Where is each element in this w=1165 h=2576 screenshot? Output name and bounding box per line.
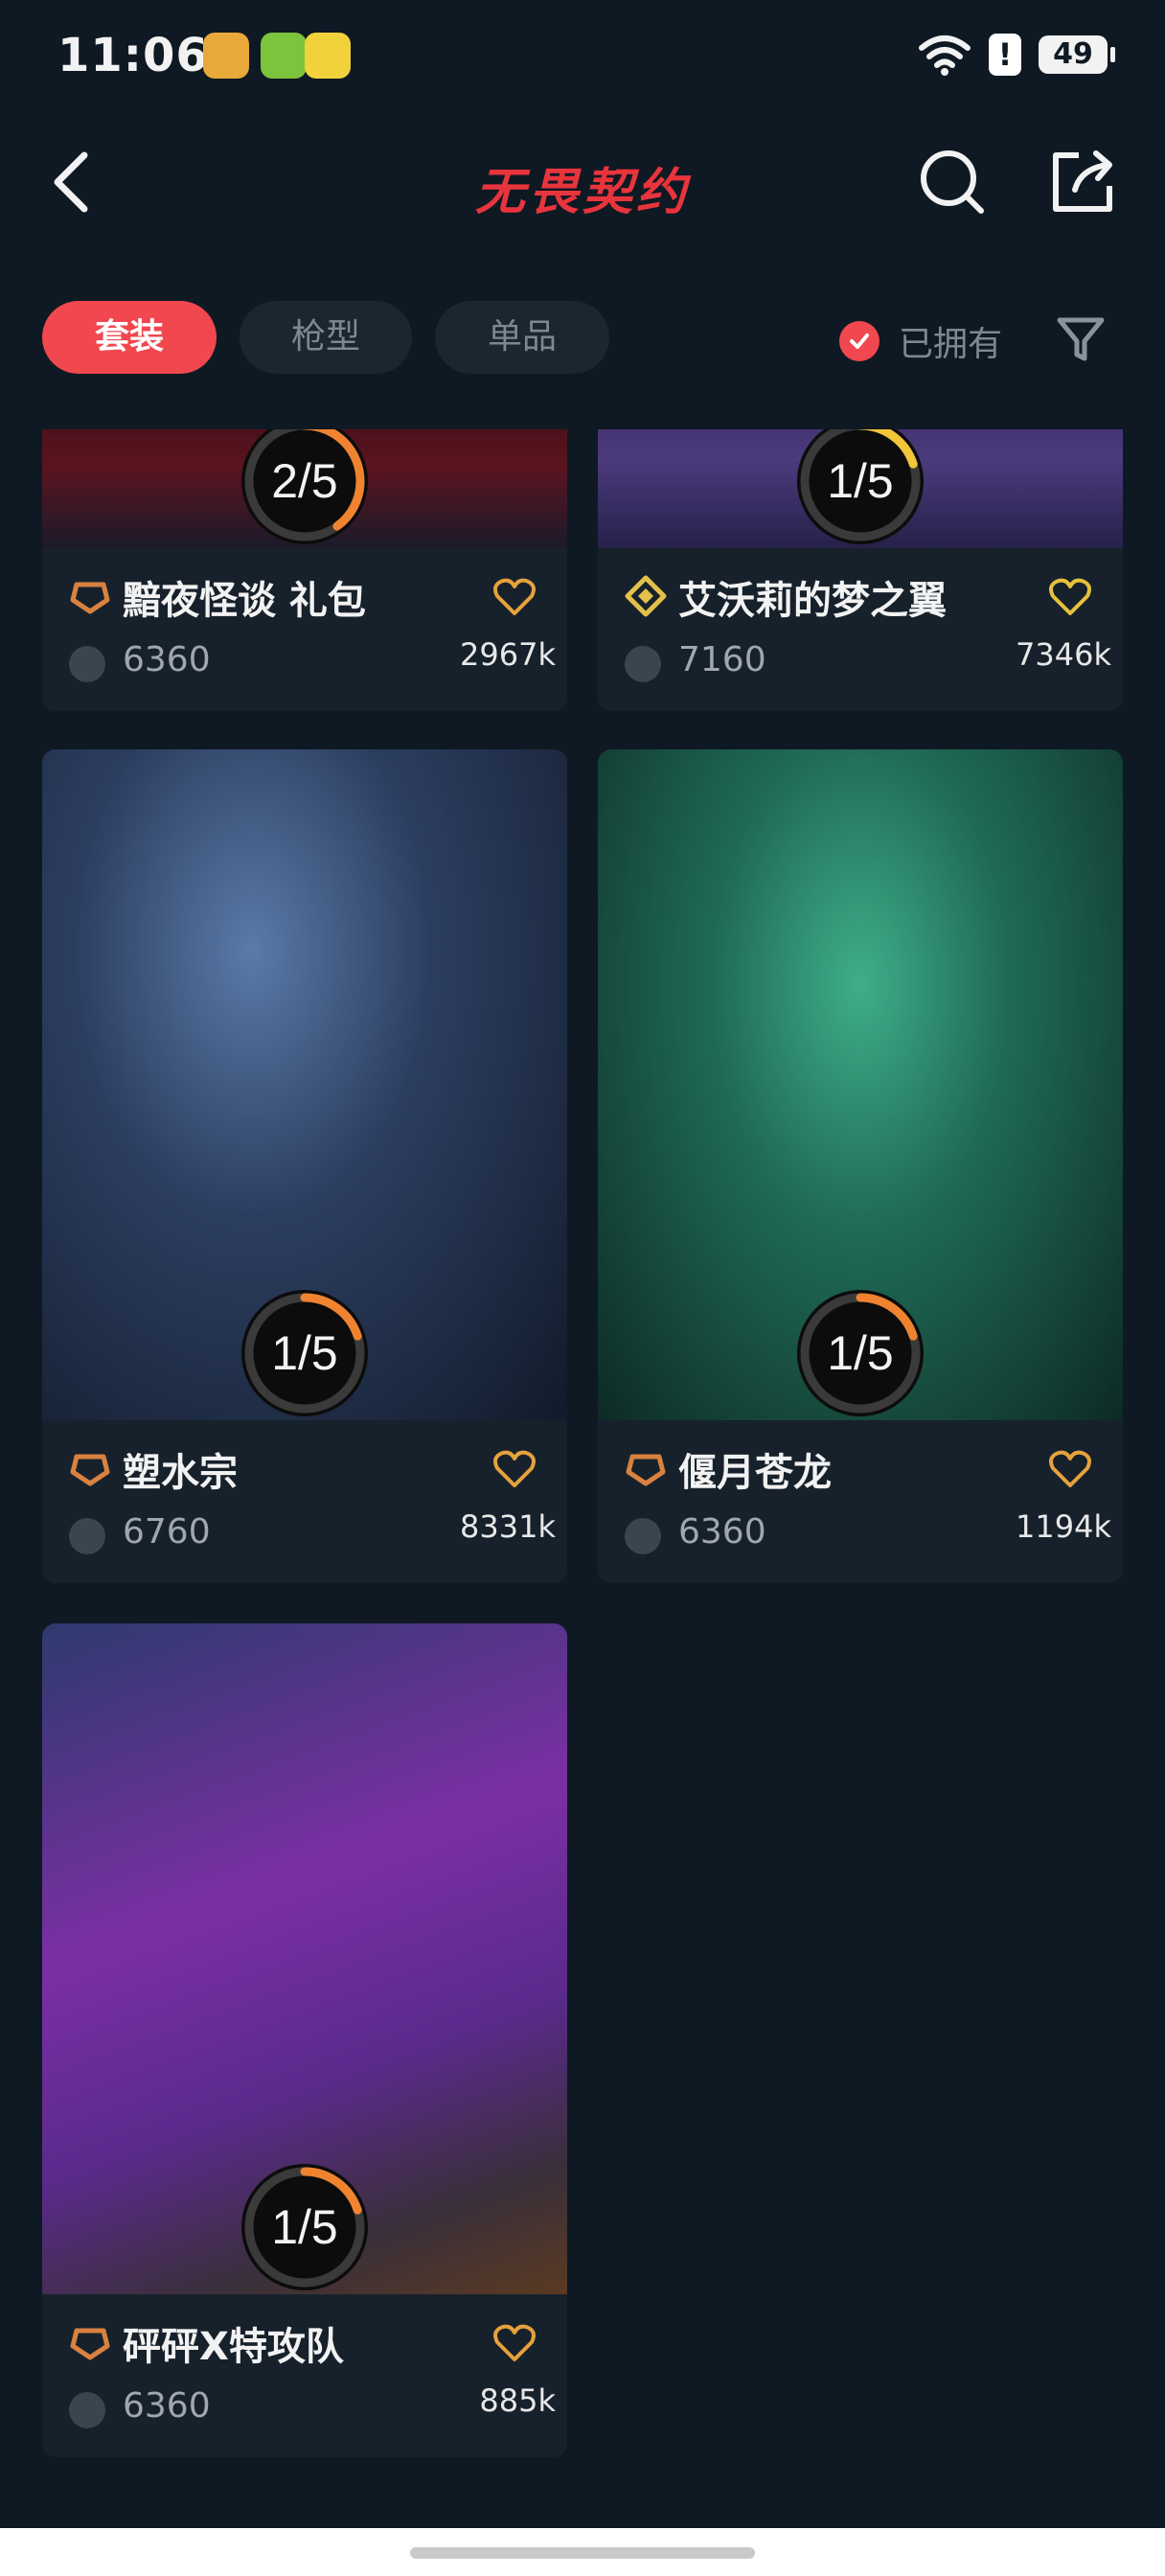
search-icon[interactable] xyxy=(916,146,989,218)
bundle-card[interactable]: 1/5 塑水宗 6760 8331k xyxy=(42,749,567,1583)
owned-count: 1/5 xyxy=(827,1326,894,1380)
currency-icon xyxy=(69,2392,105,2428)
owned-label: 已拥有 xyxy=(899,325,1003,364)
currency-icon xyxy=(625,646,661,682)
bundle-name: 塑水宗 xyxy=(123,1451,238,1495)
home-indicator[interactable] xyxy=(410,2547,755,2559)
owned-progress-ring: 1/5 xyxy=(238,2160,372,2294)
bundle-price: 7160 xyxy=(678,640,766,679)
app-notification-icon xyxy=(305,33,351,79)
owned-count: 1/5 xyxy=(271,2200,338,2254)
bundle-card[interactable]: 2/5 黯夜怪谈 礼包 6360 2967k xyxy=(42,429,567,711)
tab-bundles[interactable]: 套装 xyxy=(42,301,217,374)
heart-icon[interactable] xyxy=(1048,577,1092,617)
check-icon xyxy=(839,321,879,361)
currency-icon xyxy=(69,1518,105,1554)
tab-single-items[interactable]: 单品 xyxy=(435,301,609,374)
wifi-icon xyxy=(919,35,971,76)
currency-icon xyxy=(625,1518,661,1554)
bundle-card[interactable]: 1/5 艾沃莉的梦之翼 7160 7346k xyxy=(598,429,1123,711)
bundle-name: 黯夜怪谈 礼包 xyxy=(123,579,366,623)
heart-icon[interactable] xyxy=(492,2323,537,2363)
bundle-info: 塑水宗 6760 8331k xyxy=(42,1420,567,1583)
alert-icon: ! xyxy=(989,34,1021,76)
bundle-card[interactable]: 1/5 砰砰X特攻队 6360 885k xyxy=(42,1623,567,2457)
likes-count: 8331k xyxy=(460,1508,556,1545)
bundle-name: 砰砰X特攻队 xyxy=(123,2325,344,2369)
tab-gun-types[interactable]: 枪型 xyxy=(240,301,412,374)
page-title: 无畏契约 xyxy=(474,164,690,221)
bundle-card[interactable]: 1/5 偃月苍龙 6360 1194k xyxy=(598,749,1123,1583)
filter-icon[interactable] xyxy=(1054,312,1108,366)
bundle-name: 偃月苍龙 xyxy=(678,1451,832,1495)
share-icon[interactable] xyxy=(1046,146,1119,218)
status-time: 11:06 xyxy=(57,29,209,82)
app-notification-icon xyxy=(203,33,249,79)
bundle-price: 6360 xyxy=(123,640,211,679)
likes-count: 7346k xyxy=(1016,636,1111,673)
owned-count: 1/5 xyxy=(271,1326,338,1380)
bundle-price: 6360 xyxy=(678,1512,766,1552)
exclusive-icon xyxy=(625,575,667,617)
status-bar: 11:06 ! 49 xyxy=(0,0,1165,115)
likes-count: 1194k xyxy=(1016,1508,1111,1545)
bundle-price: 6360 xyxy=(123,2386,211,2426)
owned-progress-ring: 1/5 xyxy=(793,429,927,548)
bundle-name: 艾沃莉的梦之翼 xyxy=(678,579,947,623)
app-notification-icon xyxy=(261,33,307,79)
owned-progress-ring: 2/5 xyxy=(238,429,372,548)
owned-count: 1/5 xyxy=(827,454,894,508)
likes-count: 885k xyxy=(479,2382,556,2419)
bundle-info: 偃月苍龙 6360 1194k xyxy=(598,1420,1123,1583)
premium-icon xyxy=(70,1454,110,1486)
owned-progress-ring: 1/5 xyxy=(238,1286,372,1420)
heart-icon[interactable] xyxy=(492,1449,537,1489)
heart-icon[interactable] xyxy=(1048,1449,1092,1489)
bundle-price: 6760 xyxy=(123,1512,211,1552)
currency-icon xyxy=(69,646,105,682)
bundle-info: 黯夜怪谈 礼包 6360 2967k xyxy=(42,548,567,711)
premium-icon xyxy=(70,582,110,614)
heart-icon[interactable] xyxy=(492,577,537,617)
premium-icon xyxy=(626,1454,666,1486)
premium-icon xyxy=(70,2328,110,2360)
owned-toggle[interactable]: 已拥有 xyxy=(839,316,1002,366)
owned-count: 2/5 xyxy=(271,454,338,508)
owned-progress-ring: 1/5 xyxy=(793,1286,927,1420)
bundle-info: 艾沃莉的梦之翼 7160 7346k xyxy=(598,548,1123,711)
bundle-info: 砰砰X特攻队 6360 885k xyxy=(42,2294,567,2457)
likes-count: 2967k xyxy=(460,636,556,673)
battery-icon: 49 xyxy=(1039,35,1115,74)
bundle-grid: 2/5 黯夜怪谈 礼包 6360 2967k 1/5 艾沃莉的梦之翼 7160 … xyxy=(0,429,1165,2518)
